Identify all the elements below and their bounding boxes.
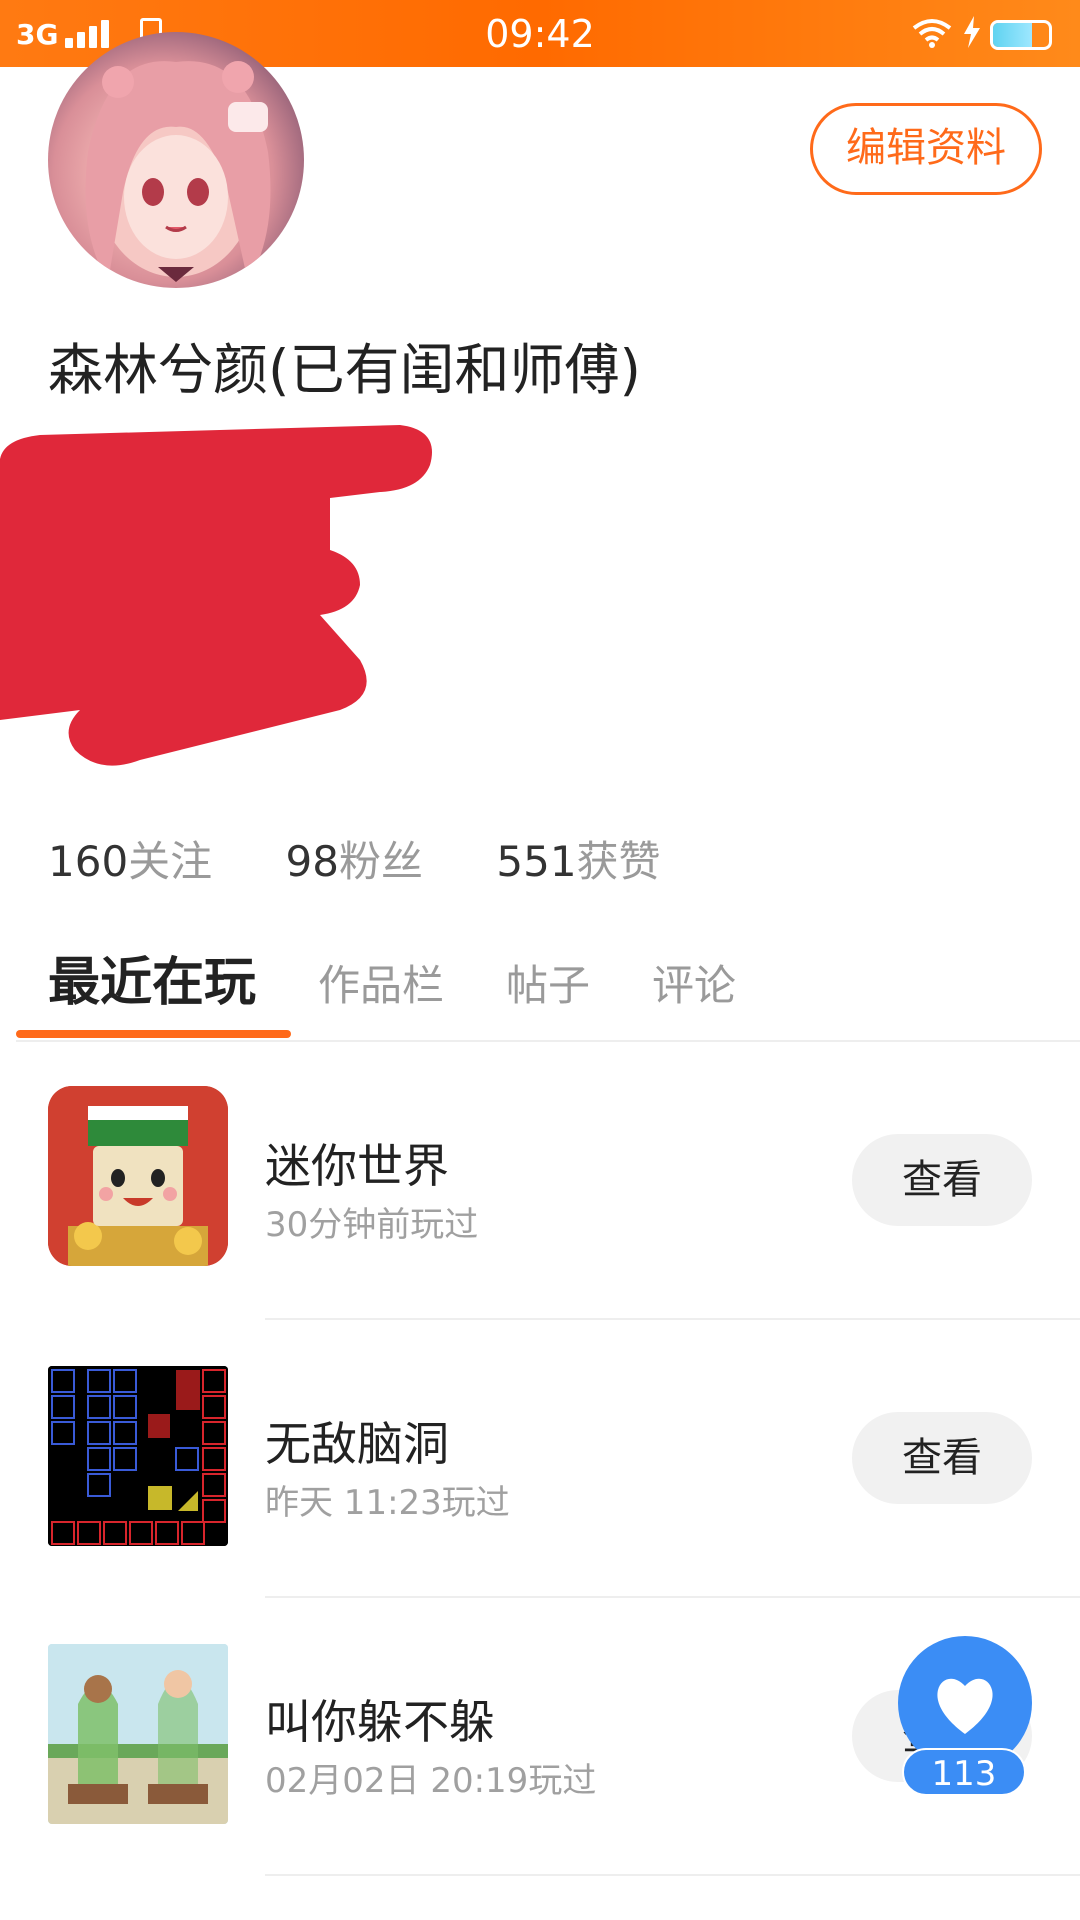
stat-label: 粉丝 (339, 837, 424, 886)
stat-number: 551 (496, 837, 577, 886)
stat-following[interactable]: 160关注 (48, 828, 212, 889)
brain-hole-icon (48, 1366, 228, 1546)
stat-number: 98 (285, 837, 339, 886)
tab-comments[interactable]: 评论 (652, 952, 736, 1013)
stat-number: 160 (48, 837, 129, 886)
avatar-illustration (85, 61, 271, 282)
game-last-played: 昨天 11:23玩过 (265, 1483, 510, 1523)
redaction-scribble (0, 425, 432, 766)
mini-world-icon (48, 1086, 228, 1266)
tab-posts[interactable]: 帖子 (506, 952, 590, 1013)
charging-icon (962, 16, 982, 56)
view-button[interactable]: 查看 (852, 1412, 1032, 1504)
stat-label: 关注 (128, 837, 213, 886)
list-item[interactable]: 迷你世界 30分钟前玩过 查看 (0, 1042, 1080, 1318)
game-last-played: 02月02日 20:19玩过 (265, 1761, 597, 1801)
profile-tabs: 最近在玩 作品栏 帖子 评论 (48, 940, 798, 1015)
list-item[interactable]: 无敌脑洞 昨天 11:23玩过 查看 (0, 1320, 1080, 1596)
tab-recent-play[interactable]: 最近在玩 (48, 940, 256, 1015)
stats-row: 160关注 98粉丝 551获赞 (48, 828, 721, 889)
game-title: 叫你躲不躲 (265, 1695, 495, 1749)
battery-icon (990, 20, 1052, 50)
like-count: 113 (902, 1748, 1026, 1796)
tab-works[interactable]: 作品栏 (318, 952, 444, 1013)
game-title: 无敌脑洞 (265, 1417, 449, 1471)
avatar[interactable] (48, 32, 304, 288)
stat-followers[interactable]: 98粉丝 (286, 828, 423, 889)
row-divider (265, 1874, 1080, 1876)
edit-profile-button[interactable]: 编辑资料 (810, 103, 1042, 195)
wifi-icon (912, 18, 952, 56)
battery-fill (993, 23, 1033, 47)
game-title: 迷你世界 (265, 1139, 449, 1193)
view-button[interactable]: 查看 (852, 1134, 1032, 1226)
stat-label: 获赞 (576, 837, 661, 886)
tab-indicator (16, 1030, 291, 1038)
hide-game-icon (48, 1644, 228, 1824)
stat-likes[interactable]: 551获赞 (496, 828, 660, 889)
game-last-played: 30分钟前玩过 (265, 1205, 479, 1245)
nickname: 森林兮颜(已有闺和师傅) (48, 338, 641, 402)
